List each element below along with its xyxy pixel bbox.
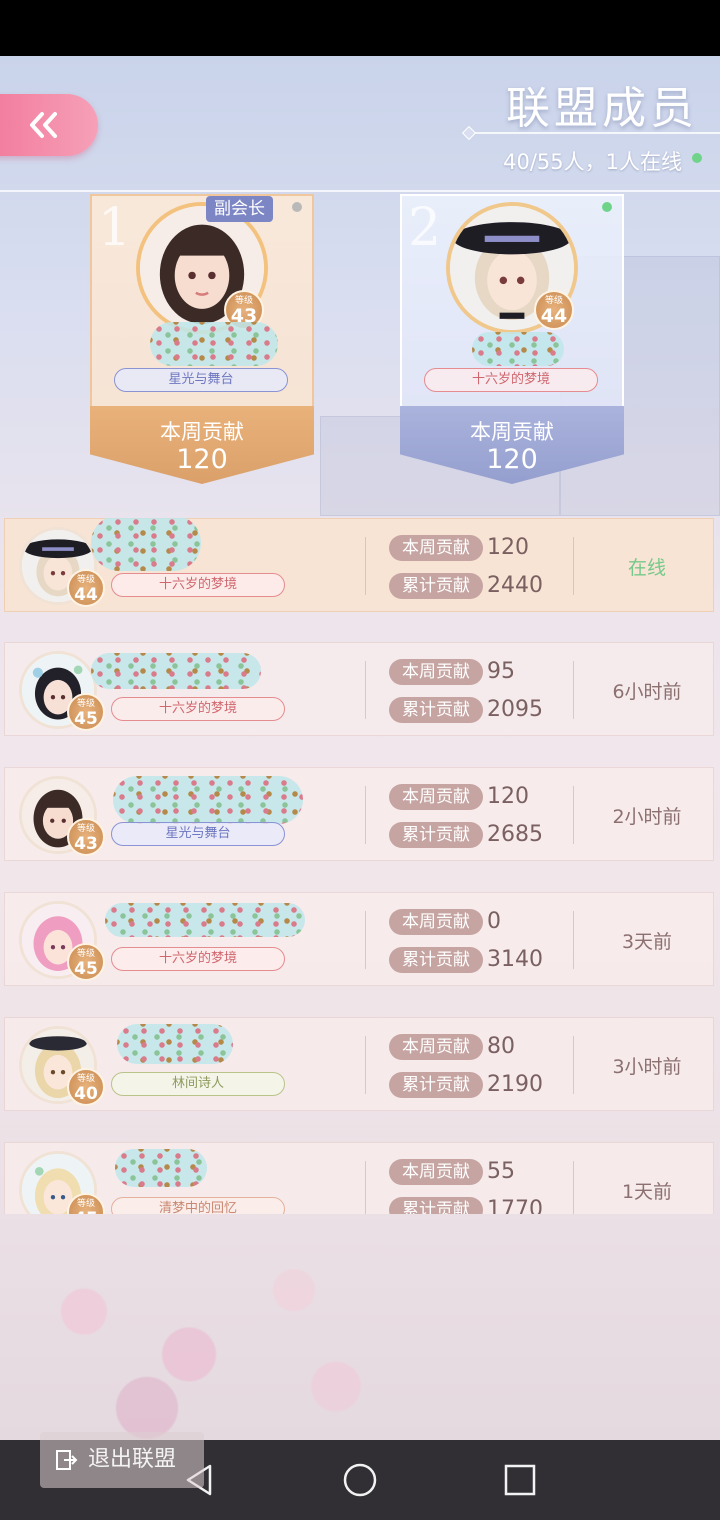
weekly-contribution-value: 120 — [487, 535, 529, 560]
union-tag: 星光与舞台 — [114, 368, 288, 392]
weekly-contribution-value: 0 — [487, 909, 501, 934]
union-tag: 十六岁的梦境 — [111, 697, 285, 721]
total-contribution-label: 累计贡献 — [389, 573, 483, 599]
redacted-name — [113, 776, 303, 824]
weekly-contribution-value: 120 — [487, 784, 529, 809]
level-badge: 等级 45 — [67, 943, 105, 981]
online-indicator — [692, 153, 702, 163]
weekly-contribution-value: 95 — [487, 659, 515, 684]
weekly-contribution-value: 120 — [486, 444, 538, 475]
union-tag: 十六岁的梦境 — [111, 947, 285, 971]
row-divider — [365, 537, 366, 595]
union-tag: 十六岁的梦境 — [111, 573, 285, 597]
total-contribution-label: 累计贡献 — [389, 1197, 483, 1214]
back-button[interactable] — [0, 94, 98, 156]
status-indicator — [292, 202, 302, 212]
total-contribution-label: 累计贡献 — [389, 947, 483, 973]
total-contribution-value: 2095 — [487, 697, 543, 722]
weekly-contribution-label: 本周贡献 — [389, 909, 483, 935]
member-row[interactable]: 等级 45 十六岁的梦境 本周贡献 95 累计贡献 2095 6小时前 — [4, 642, 714, 736]
weekly-contribution-label: 本周贡献 — [470, 420, 554, 444]
top-member-card-1[interactable]: 1 等级 43 副会长 星光与舞台 本周贡献 120 — [90, 194, 314, 484]
total-contribution-value: 1770 — [487, 1197, 543, 1214]
redacted-name — [115, 1149, 207, 1187]
rank-number: 2 — [408, 198, 442, 258]
member-row[interactable]: 等级 45 十六岁的梦境 本周贡献 0 累计贡献 3140 3天前 — [4, 892, 714, 986]
rank-number: 1 — [98, 198, 132, 258]
member-row[interactable]: 等级 44 十六岁的梦境 本周贡献 120 累计贡献 2440 在线 — [4, 518, 714, 612]
union-members-screen: 联盟成员 40/55人，1人在线 1 等级 43 副会长 星光与舞台 本周贡献 … — [0, 56, 720, 1440]
row-divider — [573, 911, 574, 969]
nav-recents-icon[interactable] — [502, 1462, 538, 1498]
member-row[interactable]: 等级 40 林间诗人 本周贡献 80 累计贡献 2190 3小时前 — [4, 1017, 714, 1111]
member-row[interactable]: 等级 43 星光与舞台 本周贡献 120 累计贡献 2685 2小时前 — [4, 767, 714, 861]
union-tag: 星光与舞台 — [111, 822, 285, 846]
weekly-contribution-label: 本周贡献 — [389, 1034, 483, 1060]
row-divider — [365, 1036, 366, 1094]
level-badge: 等级 44 — [534, 290, 574, 330]
level-badge: 等级 45 — [67, 693, 105, 731]
level-badge: 等级 43 — [67, 818, 105, 856]
vice-leader-badge: 副会长 — [206, 196, 273, 222]
redacted-name — [91, 653, 261, 689]
level-badge: 等级 44 — [67, 569, 105, 607]
row-divider — [573, 1161, 574, 1214]
row-divider — [573, 1036, 574, 1094]
weekly-contribution-value: 55 — [487, 1159, 515, 1184]
total-contribution-value: 3140 — [487, 947, 543, 972]
online-status-dot — [602, 202, 612, 212]
redacted-name — [472, 332, 564, 366]
top-member-card-2[interactable]: 2 等级 44 十六岁的梦境 本周贡献 120 — [400, 194, 624, 484]
last-seen: 3小时前 — [612, 1056, 682, 1078]
union-tag: 清梦中的回忆 — [111, 1197, 285, 1214]
weekly-contribution-value: 120 — [176, 444, 228, 475]
exit-icon — [56, 1450, 78, 1470]
weekly-contribution-label: 本周贡献 — [389, 1159, 483, 1185]
row-divider — [573, 786, 574, 844]
last-seen: 1天前 — [621, 1181, 673, 1203]
last-seen: 2小时前 — [612, 806, 682, 828]
last-seen: 3天前 — [621, 931, 673, 953]
weekly-contribution-label: 本周贡献 — [160, 420, 244, 444]
exit-union-label: 退出联盟 — [88, 1447, 177, 1472]
back-arrow-icon — [30, 112, 57, 138]
exit-union-button[interactable]: 退出联盟 — [40, 1432, 204, 1488]
redacted-name — [105, 903, 305, 937]
header-divider — [0, 190, 720, 192]
member-count: 40/55人，1人在线 — [503, 150, 682, 174]
row-divider — [365, 1161, 366, 1214]
union-tag: 林间诗人 — [111, 1072, 285, 1096]
last-seen: 6小时前 — [612, 681, 682, 703]
redacted-name — [91, 518, 201, 571]
page-title: 联盟成员 — [506, 83, 698, 134]
total-contribution-value: 2190 — [487, 1072, 543, 1097]
weekly-contribution-label: 本周贡献 — [389, 784, 483, 810]
level-badge: 等级 40 — [67, 1068, 105, 1106]
status-bar — [0, 0, 720, 56]
redacted-name — [117, 1024, 233, 1064]
row-divider — [365, 786, 366, 844]
weekly-contribution-label: 本周贡献 — [389, 535, 483, 561]
background-flowers — [0, 1226, 420, 1440]
weekly-contribution-label: 本周贡献 — [389, 659, 483, 685]
total-contribution-label: 累计贡献 — [389, 822, 483, 848]
title-divider — [468, 132, 720, 134]
total-contribution-label: 累计贡献 — [389, 697, 483, 723]
weekly-contribution-value: 80 — [487, 1034, 515, 1059]
union-tag: 十六岁的梦境 — [424, 368, 598, 392]
member-row[interactable]: 等级 45 清梦中的回忆 本周贡献 55 累计贡献 1770 1天前 — [4, 1142, 714, 1214]
row-divider — [573, 537, 574, 595]
total-contribution-value: 2685 — [487, 822, 543, 847]
row-divider — [365, 661, 366, 719]
total-contribution-label: 累计贡献 — [389, 1072, 483, 1098]
row-divider — [365, 911, 366, 969]
row-divider — [573, 661, 574, 719]
nav-home-icon[interactable] — [342, 1462, 378, 1498]
member-list[interactable]: 等级 44 十六岁的梦境 本周贡献 120 累计贡献 2440 在线 等级 45… — [0, 518, 720, 1214]
online-status: 在线 — [627, 557, 666, 579]
redacted-name — [150, 322, 278, 366]
total-contribution-value: 2440 — [487, 573, 543, 598]
